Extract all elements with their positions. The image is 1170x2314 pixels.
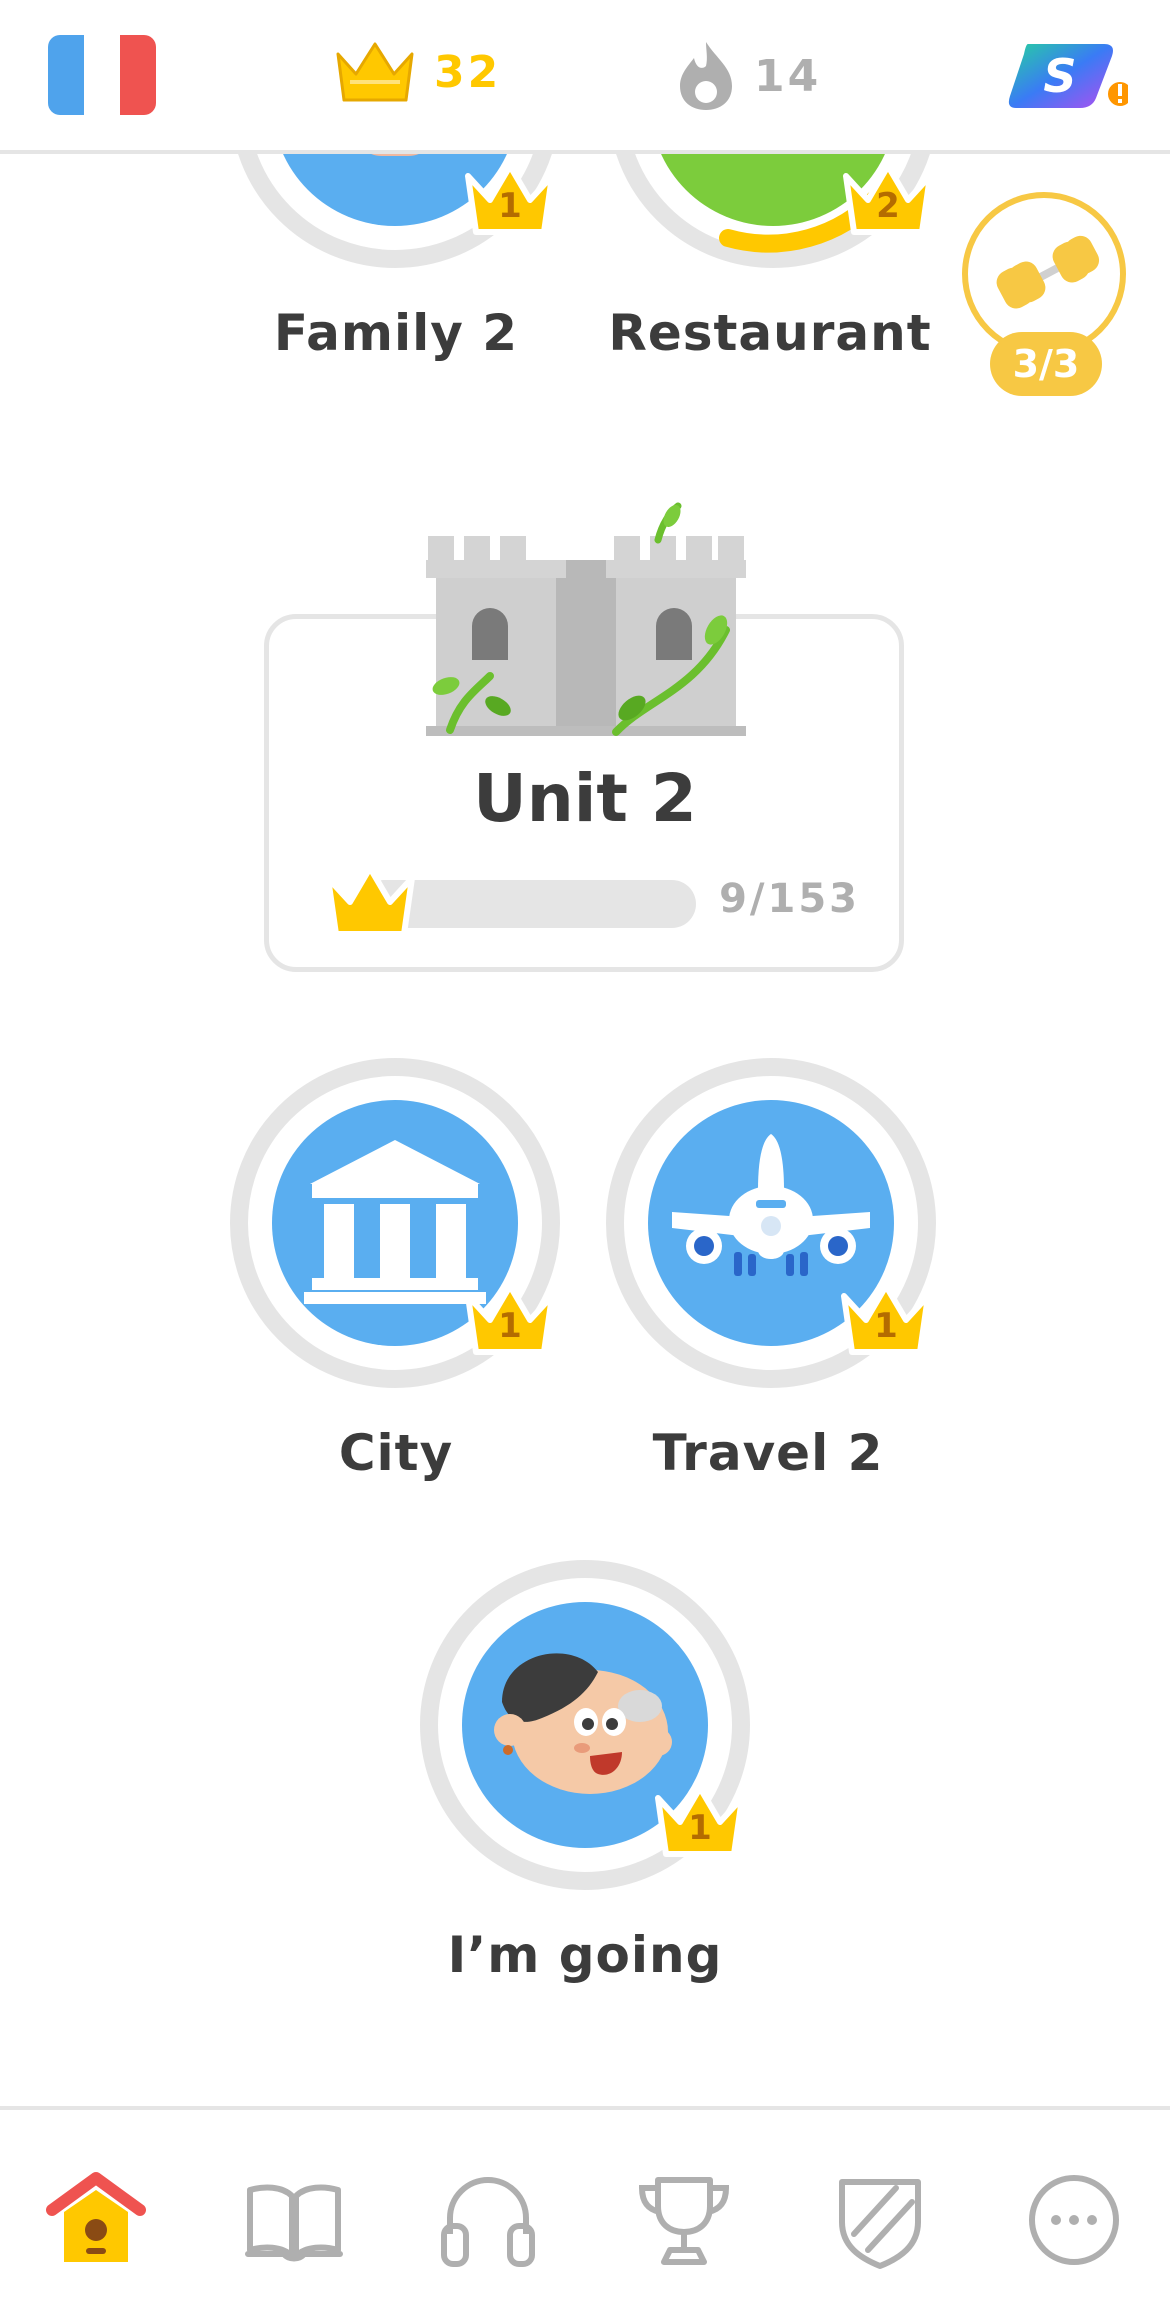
unit-crown-icon — [325, 865, 415, 937]
flame-icon — [680, 42, 732, 110]
crowns-count: 32 — [434, 46, 502, 98]
unit-progress-text: 9/153 — [719, 876, 860, 922]
skill-label: Family 2 — [273, 304, 519, 362]
top-bar: 32 14 S — [0, 0, 1170, 154]
more-icon[interactable] — [1024, 2170, 1124, 2270]
stories-icon[interactable] — [244, 2170, 344, 2270]
practice-button[interactable]: 3/3 — [958, 192, 1136, 402]
skill-label: I’m going — [447, 1926, 723, 1984]
crown-badge: 2 — [840, 160, 936, 240]
home-icon[interactable] — [46, 2170, 146, 2270]
skill-im-going[interactable]: 1 — [420, 1560, 750, 1890]
streak-count: 14 — [754, 50, 822, 102]
crown-badge: 1 — [838, 1280, 934, 1360]
crowns-stat[interactable]: 32 — [334, 40, 501, 104]
skill-city[interactable]: 1 — [230, 1058, 560, 1388]
crown-badge: 1 — [462, 160, 558, 240]
skill-label: City — [338, 1424, 454, 1482]
crown-badge: 1 — [652, 1782, 748, 1862]
language-flag-icon[interactable] — [48, 35, 156, 115]
crown-badge: 1 — [462, 1280, 558, 1360]
unit-title: Unit 2 — [473, 760, 697, 837]
dumbbell-icon — [996, 235, 1100, 309]
shop-icon[interactable] — [830, 2170, 930, 2270]
practice-count: 3/3 — [990, 332, 1102, 396]
skill-travel-2[interactable]: 1 — [606, 1058, 936, 1388]
castle-icon — [426, 502, 746, 736]
listening-icon[interactable] — [438, 2170, 538, 2270]
skill-label: Travel 2 — [652, 1424, 884, 1482]
svg-text:S: S — [1043, 49, 1076, 103]
skill-label: Restaurant — [608, 304, 932, 362]
streak-stat[interactable]: 14 — [676, 40, 821, 112]
leaderboards-icon[interactable] — [634, 2170, 734, 2270]
crown-icon — [336, 42, 414, 102]
super-icon[interactable]: S — [1008, 40, 1136, 115]
bottom-nav — [0, 2106, 1170, 2314]
